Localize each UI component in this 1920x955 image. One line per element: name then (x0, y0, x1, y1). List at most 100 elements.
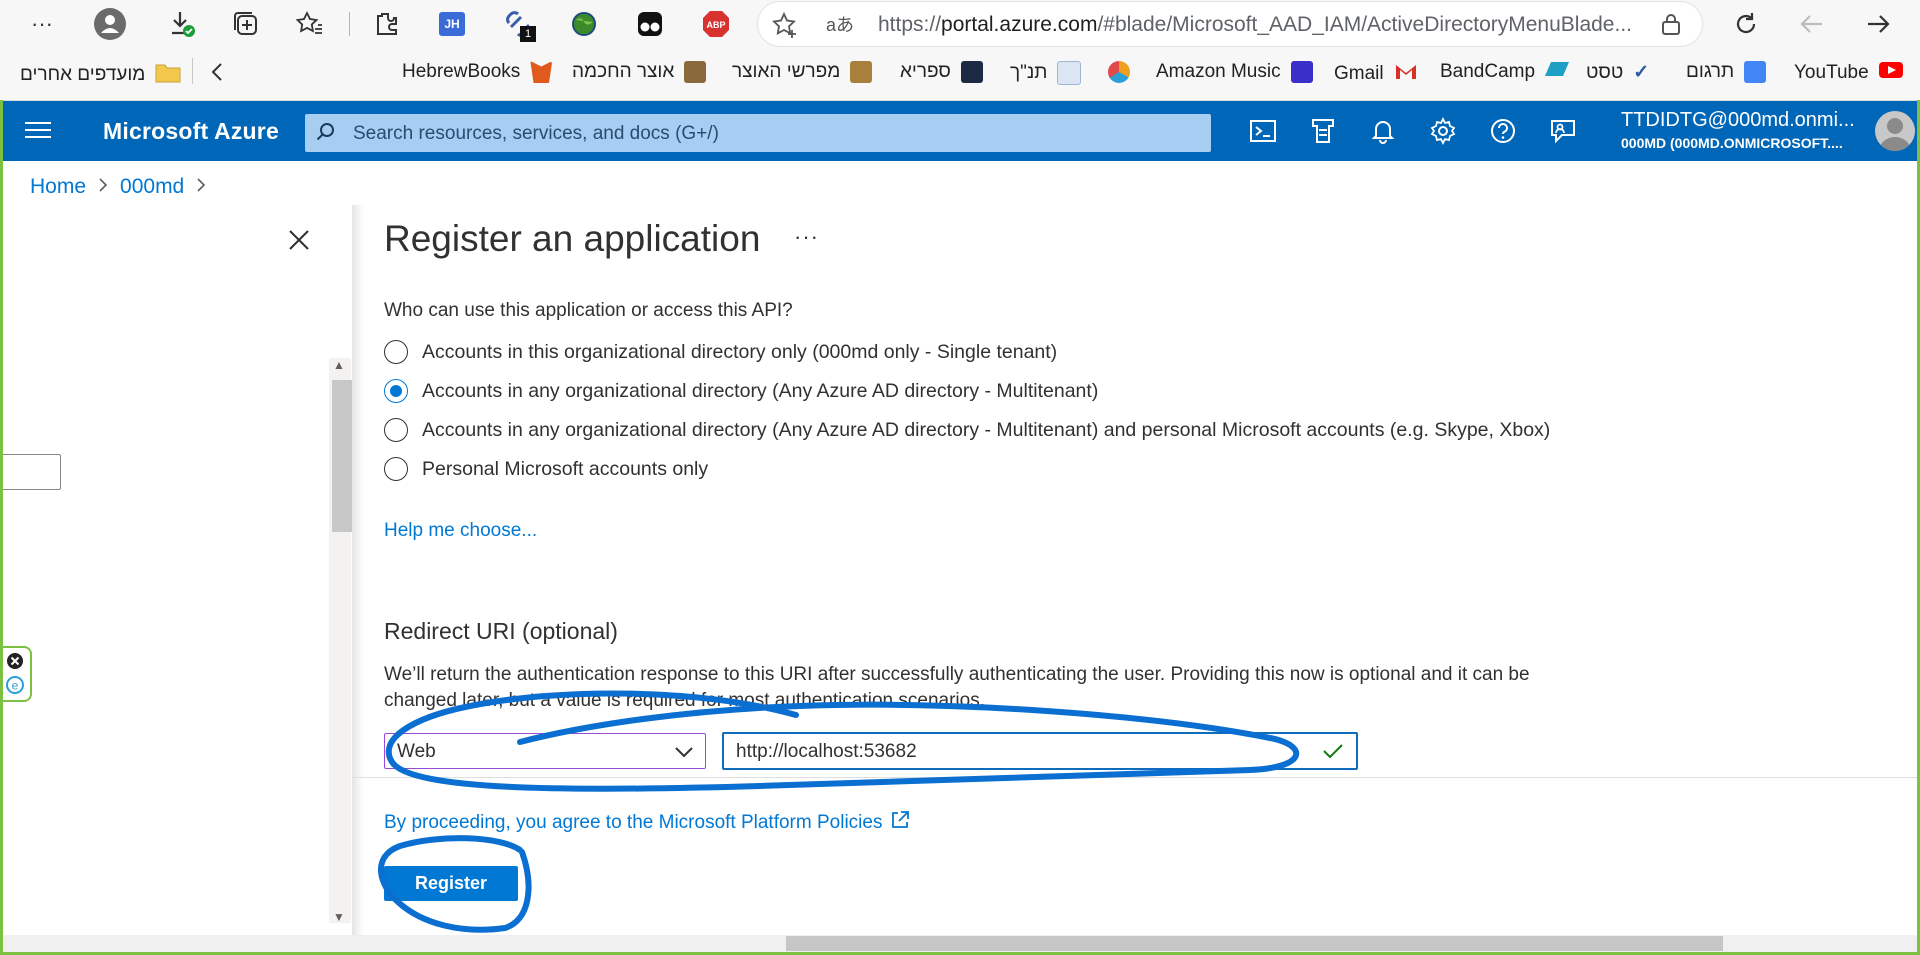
back-icon[interactable] (1860, 6, 1896, 42)
adblock-icon[interactable]: ABP (698, 6, 734, 42)
scroll-down-arrow-icon[interactable]: ▼ (333, 910, 345, 924)
jh-extension-icon[interactable]: JH (434, 6, 470, 42)
url-host: portal.azure.com (941, 13, 1098, 36)
bookmark-test[interactable]: ✓ טסט (1586, 61, 1649, 84)
horizontal-scrollbar-thumb[interactable] (786, 936, 1723, 951)
google-translate-icon (1744, 61, 1767, 83)
translate-icon[interactable]: aあ (826, 11, 854, 37)
sefaria-icon (960, 61, 983, 83)
bookmark-label: BandCamp (1440, 61, 1536, 82)
extension-badge: 1 (520, 26, 536, 42)
account-type-option-multitenant-personal[interactable]: Accounts in any organizational directory… (384, 418, 1550, 442)
bookmark-label: אוצר החכמה (572, 61, 675, 82)
avatar[interactable] (1875, 111, 1915, 151)
chevron-down-icon (673, 742, 695, 762)
add-favorite-icon[interactable] (770, 10, 800, 45)
browser-toolbar: ··· JH 1 ABP aあ https://portal.azure.com… (0, 0, 1920, 48)
azure-brand[interactable]: Microsoft Azure (103, 118, 279, 145)
amazon-music-icon (1290, 61, 1313, 83)
extension-side-badge[interactable]: e (2, 646, 32, 702)
bookmark-otzar-hachochma[interactable]: אוצר החכמה (572, 61, 707, 83)
account-type-option-single-tenant[interactable]: Accounts in this organizational director… (384, 340, 1057, 364)
bookmark-sefaria[interactable]: ספריא (900, 61, 983, 83)
address-bar[interactable]: aあ https://portal.azure.com/#blade/Micro… (758, 2, 1702, 46)
platform-policies-link[interactable]: By proceeding, you agree to the Microsof… (384, 810, 910, 836)
url-path: /#blade/Microsoft_AAD_IAM/ActiveDirector… (1097, 13, 1632, 36)
notifications-icon[interactable] (1367, 115, 1399, 147)
radio-button[interactable] (384, 418, 408, 442)
toolbar-divider (349, 12, 350, 36)
account-type-option-personal[interactable]: Personal Microsoft accounts only (384, 457, 708, 481)
bookmark-label: תנ"ך (1010, 62, 1048, 83)
forward-icon-disabled (1794, 6, 1830, 42)
search-input[interactable] (351, 114, 1195, 154)
radio-button[interactable] (384, 457, 408, 481)
global-search[interactable] (305, 114, 1211, 154)
directory-filter-icon[interactable] (1307, 115, 1339, 147)
left-pane-input[interactable] (0, 454, 61, 490)
bookmark-gmail[interactable]: Gmail (1334, 61, 1418, 87)
link-extension-icon[interactable]: 1 (500, 6, 536, 42)
redirect-uri-heading: Redirect URI (optional) (384, 618, 618, 644)
globe-extension-icon[interactable] (566, 6, 602, 42)
tampermonkey-icon[interactable] (632, 6, 668, 42)
more-options-icon[interactable]: ··· (24, 6, 60, 42)
chevron-left-icon[interactable] (210, 61, 224, 83)
bookmark-label: ספריא (900, 61, 951, 82)
valid-check-icon (1322, 742, 1344, 760)
bookmark-icon-only[interactable] (1108, 61, 1130, 83)
breadcrumb-home[interactable]: Home (30, 175, 86, 199)
collections-icon[interactable] (228, 6, 264, 42)
adblock-label: ABP (706, 20, 725, 30)
blade-shadow (352, 205, 364, 935)
account-type-option-multitenant[interactable]: Accounts in any organizational directory… (384, 379, 1098, 403)
close-icon[interactable] (283, 224, 315, 256)
blade-scrollbar-thumb[interactable] (332, 380, 352, 532)
bookmark-translate[interactable]: תרגום (1686, 61, 1767, 83)
cloud-shell-icon[interactable] (1247, 115, 1279, 147)
other-favorites-label: מועדפים אחרים (20, 64, 146, 85)
bookmarks-divider (192, 58, 193, 84)
platform-select[interactable]: Web (384, 733, 706, 769)
favorites-icon[interactable] (292, 6, 328, 42)
radio-label: Accounts in any organizational directory… (422, 418, 1551, 441)
help-me-choose-link[interactable]: Help me choose... (384, 520, 537, 542)
bookmark-mefarshei-haotzar[interactable]: מפרשי האוצר (732, 61, 873, 83)
footer-divider (352, 777, 1917, 778)
bookmark-tanach[interactable]: תנ"ך (1010, 61, 1082, 85)
help-icon[interactable] (1487, 115, 1519, 147)
bookmark-hebrewbooks[interactable]: HebrewBooks (402, 61, 553, 83)
radio-button[interactable] (384, 340, 408, 364)
profile-icon[interactable] (92, 6, 128, 42)
tanach-icon (1057, 61, 1082, 85)
downloads-icon[interactable] (164, 6, 200, 42)
settings-gear-icon[interactable] (1427, 115, 1459, 147)
menu-icon[interactable] (25, 117, 51, 143)
lock-icon[interactable] (1660, 12, 1682, 41)
breadcrumb-tenant[interactable]: 000md (120, 175, 184, 199)
external-link-icon (890, 810, 910, 836)
bookmark-label: מפרשי האוצר (732, 61, 841, 82)
account-directory: 000MD (000MD.ONMICROSOFT.... (1621, 135, 1843, 151)
more-actions-icon[interactable]: ··· (794, 224, 819, 250)
bookmark-youtube[interactable]: YouTube (1794, 61, 1903, 85)
radio-button-selected[interactable] (384, 379, 408, 403)
account-type-question: Who can use this application or access t… (384, 300, 793, 321)
breadcrumb: Home 000md (30, 175, 206, 199)
bookmark-bandcamp[interactable]: BandCamp (1440, 61, 1570, 83)
bookmark-label: Gmail (1334, 63, 1384, 84)
bandcamp-icon (1545, 61, 1570, 83)
redirect-uri-input[interactable] (734, 734, 1308, 770)
register-button[interactable]: Register (384, 866, 518, 901)
other-favorites[interactable]: מועדפים אחרים (20, 61, 181, 89)
feedback-icon[interactable] (1547, 115, 1579, 147)
svg-text:e: e (12, 679, 19, 693)
bookmark-label: HebrewBooks (402, 61, 521, 82)
extensions-icon[interactable] (368, 6, 404, 42)
radio-label: Accounts in this organizational director… (422, 340, 1058, 363)
redirect-uri-field[interactable] (722, 732, 1358, 770)
scroll-up-arrow-icon[interactable]: ▲ (333, 358, 345, 372)
bookmark-amazon-music[interactable]: Amazon Music (1156, 61, 1313, 83)
account-info[interactable]: TTDIDTG@000md.onmi... 000MD (000MD.ONMIC… (1621, 109, 1855, 151)
refresh-icon[interactable] (1728, 6, 1764, 42)
